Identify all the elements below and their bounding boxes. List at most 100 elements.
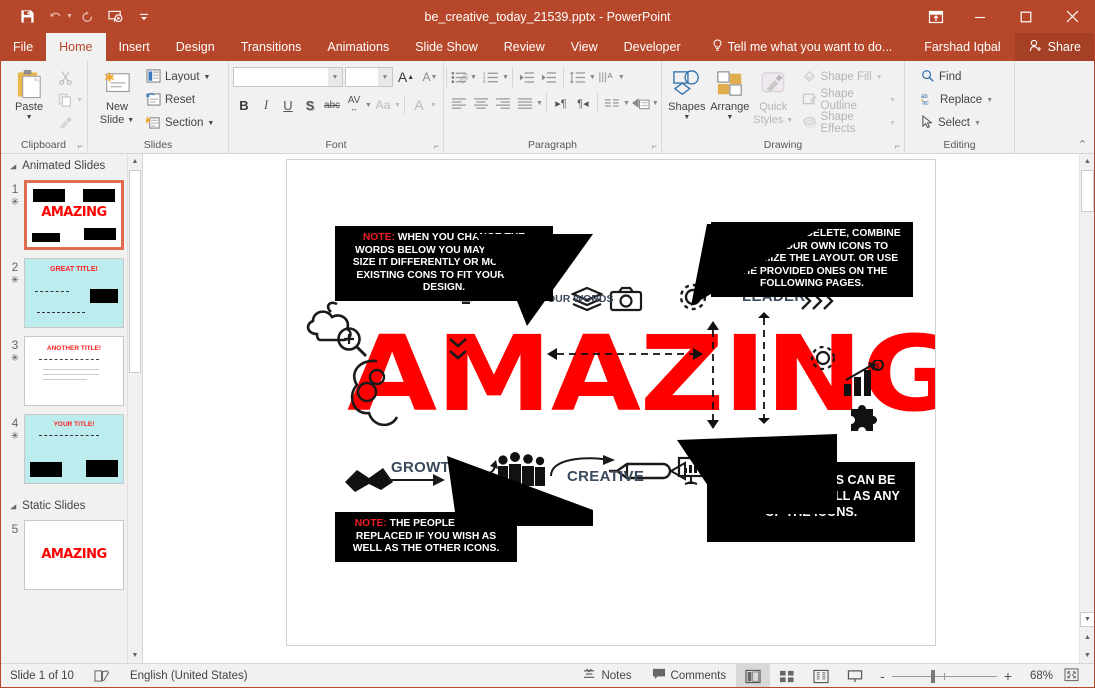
slide-sorter-view-button[interactable]: [770, 664, 804, 688]
thumbnail-image-2[interactable]: GREAT TITLE!: [24, 258, 124, 328]
tab-insert[interactable]: Insert: [106, 33, 163, 61]
canvas-scroll-thumb[interactable]: [1081, 170, 1094, 212]
save-icon[interactable]: [14, 5, 40, 29]
reset-button[interactable]: Reset: [142, 89, 218, 111]
shape-fill-button[interactable]: Shape Fill ▼: [798, 66, 900, 88]
decrease-indent-icon[interactable]: [516, 66, 538, 88]
replace-dropdown-icon[interactable]: ▼: [986, 97, 993, 104]
thumbnails-scrollbar[interactable]: ▲ ▼: [127, 154, 142, 663]
collapse-triangle-icon-2[interactable]: ◢: [10, 502, 16, 509]
section-button[interactable]: Section ▼: [142, 112, 218, 134]
cut-icon[interactable]: [54, 66, 76, 88]
thumbnail-image-5[interactable]: AMAZING: [24, 520, 124, 590]
italic-button[interactable]: I: [255, 94, 277, 116]
shape-effects-button[interactable]: Shape Effects ▼: [798, 112, 900, 134]
minimize-icon[interactable]: [957, 0, 1003, 33]
shape-fill-dropdown-icon[interactable]: ▼: [876, 74, 883, 81]
share-button[interactable]: Share: [1015, 33, 1095, 61]
collapse-ribbon-icon[interactable]: ⌃: [1078, 138, 1087, 151]
section-dropdown-icon[interactable]: ▼: [207, 120, 214, 127]
align-left-icon[interactable]: [448, 92, 470, 114]
font-size-dropdown-icon[interactable]: ▼: [378, 68, 392, 86]
font-dialog-launcher-icon[interactable]: ⌐: [434, 141, 439, 151]
account-name[interactable]: Farshad Iqbal: [910, 40, 1014, 54]
previous-slide-icon[interactable]: ▲: [1080, 630, 1095, 645]
find-button[interactable]: Find: [917, 66, 997, 88]
convert-to-smartart-icon[interactable]: [630, 92, 652, 114]
shape-effects-dropdown-icon[interactable]: ▼: [889, 120, 896, 127]
char-spacing-dropdown-icon[interactable]: ▼: [365, 102, 372, 109]
quick-styles-button[interactable]: Quick Styles ▼: [752, 64, 795, 127]
shape-outline-dropdown-icon[interactable]: ▼: [889, 97, 896, 104]
zoom-slider[interactable]: [892, 664, 997, 688]
zoom-in-button[interactable]: +: [1004, 668, 1012, 684]
arrange-button[interactable]: Arrange ▼: [708, 64, 752, 121]
increase-font-size-icon[interactable]: A▲: [395, 66, 417, 88]
canvas-scrollbar[interactable]: ▲ ▼ ▲ ▼: [1079, 154, 1095, 663]
character-spacing-button[interactable]: AV ↔: [343, 94, 365, 116]
drawing-dialog-launcher-icon[interactable]: ⌐: [895, 141, 900, 151]
line-spacing-dropdown-icon[interactable]: ▼: [589, 74, 596, 81]
decrease-font-size-icon[interactable]: A▼: [419, 66, 441, 88]
tab-developer[interactable]: Developer: [611, 33, 694, 61]
font-name-input[interactable]: ▼: [233, 67, 343, 87]
underline-button[interactable]: U: [277, 94, 299, 116]
numbering-dropdown-icon[interactable]: ▼: [502, 74, 509, 81]
justify-dropdown-icon[interactable]: ▼: [536, 100, 543, 107]
line-spacing-icon[interactable]: [567, 66, 589, 88]
font-color-dropdown-icon[interactable]: ▼: [430, 102, 437, 109]
paste-dropdown-icon[interactable]: ▼: [26, 114, 33, 121]
thumbnails-scroll-up-icon[interactable]: ▲: [128, 154, 142, 169]
section-header-static-slides[interactable]: ◢ Static Slides: [0, 488, 142, 516]
next-slide-icon[interactable]: ▼: [1080, 648, 1095, 663]
clipboard-dialog-launcher-icon[interactable]: ⌐: [78, 141, 83, 151]
justify-icon[interactable]: [514, 92, 536, 114]
quick-styles-dropdown-icon[interactable]: ▼: [786, 117, 793, 124]
zoom-slider-handle[interactable]: [931, 670, 935, 683]
select-dropdown-icon[interactable]: ▼: [974, 120, 981, 127]
tab-file[interactable]: File: [0, 33, 46, 61]
left-to-right-icon[interactable]: ▸¶: [550, 92, 572, 114]
thumbnails-scroll-thumb[interactable]: [129, 170, 141, 373]
copy-dropdown-icon[interactable]: ▼: [76, 97, 83, 104]
language-indicator[interactable]: English (United States): [120, 664, 258, 688]
spelling-check-icon[interactable]: [84, 664, 120, 688]
text-shadow-button[interactable]: S: [299, 94, 321, 116]
tab-home[interactable]: Home: [46, 33, 105, 61]
bullets-dropdown-icon[interactable]: ▼: [470, 74, 477, 81]
canvas-scroll-up-icon[interactable]: ▲: [1080, 154, 1095, 169]
format-painter-icon[interactable]: [54, 112, 76, 134]
collapse-triangle-icon[interactable]: ◢: [10, 162, 16, 169]
thumbnail-image-1[interactable]: AMAZING: [24, 180, 124, 250]
slide-indicator[interactable]: Slide 1 of 10: [0, 664, 84, 688]
thumbnail-image-4[interactable]: YOUR TITLE!: [24, 414, 124, 484]
layout-button[interactable]: Layout ▼: [142, 66, 218, 88]
layout-dropdown-icon[interactable]: ▼: [204, 74, 211, 81]
zoom-out-button[interactable]: -: [880, 668, 885, 684]
undo-icon[interactable]: [42, 5, 68, 29]
reading-view-button[interactable]: [804, 664, 838, 688]
font-color-button[interactable]: A: [408, 94, 430, 116]
slide-show-view-button[interactable]: [838, 664, 872, 688]
ribbon-display-options-icon[interactable]: [915, 0, 957, 33]
shapes-dropdown-icon[interactable]: ▼: [683, 114, 690, 121]
increase-indent-icon[interactable]: [538, 66, 560, 88]
font-size-input[interactable]: ▼: [345, 67, 393, 87]
right-to-left-icon[interactable]: ¶◂: [572, 92, 594, 114]
tell-me-search[interactable]: Tell me what you want to do...: [694, 33, 906, 61]
tab-animations[interactable]: Animations: [314, 33, 402, 61]
slide-editing-surface[interactable]: $: [286, 159, 936, 646]
replace-button[interactable]: abac Replace ▼: [917, 89, 997, 111]
bold-button[interactable]: B: [233, 94, 255, 116]
zoom-percentage[interactable]: 68%: [1019, 670, 1053, 682]
restore-icon[interactable]: [1003, 0, 1049, 33]
thumbnail-item-3[interactable]: 3 ✳ ANOTHER TITLE!: [0, 332, 142, 410]
thumbnail-item-5[interactable]: 5 AMAZING: [0, 516, 142, 594]
paragraph-dialog-launcher-icon[interactable]: ⌐: [652, 141, 657, 151]
columns-dropdown-icon[interactable]: ▼: [623, 100, 630, 107]
align-center-icon[interactable]: [470, 92, 492, 114]
arrange-dropdown-icon[interactable]: ▼: [726, 114, 733, 121]
canvas-scroll-down-icon[interactable]: ▼: [1080, 612, 1095, 627]
change-case-button[interactable]: Aa: [372, 94, 394, 116]
tab-review[interactable]: Review: [491, 33, 558, 61]
